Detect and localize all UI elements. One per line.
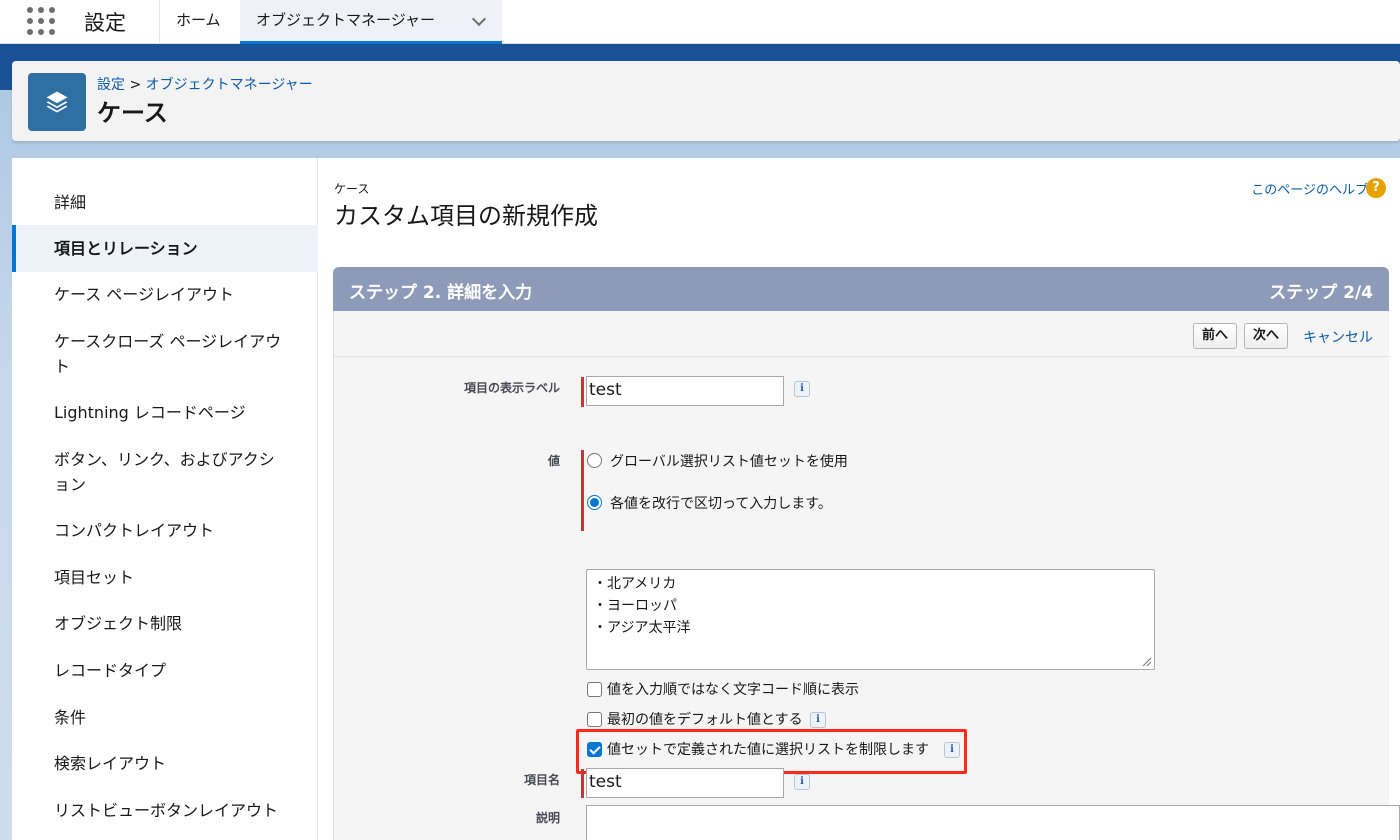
field-name-input[interactable]: test: [586, 768, 784, 798]
object-title: ケース: [97, 99, 168, 127]
field-label-description: 説明: [535, 811, 560, 825]
value-line: ・ヨーロッパ: [593, 598, 677, 614]
help-icon[interactable]: ?: [1366, 178, 1386, 198]
chevron-down-icon[interactable]: [471, 11, 487, 27]
radio-global-value-set[interactable]: [587, 453, 602, 468]
sidebar-item-lightning-record-pages[interactable]: Lightning レコードページ: [12, 400, 318, 425]
sidebar-item-close-page-layouts[interactable]: ケースクローズ ページレイアウト: [12, 329, 318, 379]
info-icon[interactable]: i: [810, 712, 826, 728]
field-label-field-name: 項目名: [523, 773, 560, 787]
divider: [334, 356, 1390, 357]
description-textarea[interactable]: [586, 805, 1400, 840]
option-enter-values: 各値を改行で区切って入力します。: [610, 496, 832, 512]
sidebar-item-object-limits[interactable]: オブジェクト制限: [12, 611, 318, 636]
info-icon[interactable]: i: [794, 774, 810, 790]
checkbox-sort-alphabetically[interactable]: [587, 682, 602, 697]
sidebar-item-buttons-links-actions[interactable]: ボタン、リンク、およびアクション: [12, 447, 318, 497]
sort-alphabetically-label: 値を入力順ではなく文字コード順に表示: [607, 682, 859, 698]
page-title: カスタム項目の新規作成: [334, 202, 598, 230]
app-launcher-icon[interactable]: [26, 6, 56, 36]
resize-handle-icon[interactable]: [1142, 657, 1152, 667]
field-label-values: 値: [547, 454, 560, 468]
previous-button[interactable]: 前へ: [1193, 323, 1238, 349]
value-line: ・北アメリカ: [593, 576, 677, 592]
checkbox-first-value-default[interactable]: [587, 712, 602, 727]
required-indicator: [581, 377, 584, 407]
radio-enter-values[interactable]: [587, 495, 602, 510]
object-header: 設定 > オブジェクトマネージャー ケース: [12, 61, 1400, 141]
required-indicator: [581, 769, 584, 798]
nav-tab-label: オブジェクトマネージャー: [256, 11, 435, 29]
page-subtitle: ケース: [334, 182, 370, 196]
info-icon[interactable]: i: [794, 381, 810, 397]
breadcrumb-separator: >: [125, 77, 146, 93]
required-indicator: [581, 450, 584, 531]
field-label-display-label: 項目の表示ラベル: [463, 381, 560, 395]
values-textarea[interactable]: ・北アメリカ ・ヨーロッパ ・アジア太平洋: [586, 569, 1155, 670]
sidebar-item-fields-relationships[interactable]: 項目とリレーション: [12, 225, 318, 272]
sidebar-item-search-layouts[interactable]: 検索レイアウト: [12, 751, 318, 776]
breadcrumb: 設定 > オブジェクトマネージャー: [97, 74, 313, 94]
step-counter: ステップ 2/4: [1269, 283, 1373, 303]
nav-tab-object-manager[interactable]: オブジェクトマネージャー: [240, 0, 502, 44]
help-link[interactable]: このページのヘルプ: [1251, 179, 1368, 198]
breadcrumb-object-manager-link[interactable]: オブジェクトマネージャー: [146, 77, 313, 93]
sidebar-item-page-layouts[interactable]: ケース ページレイアウト: [12, 282, 318, 307]
next-button[interactable]: 次へ: [1244, 323, 1289, 349]
step-title: ステップ 2. 詳細を入力: [349, 283, 533, 303]
field-label-input[interactable]: test: [586, 376, 784, 406]
option-global-value-set: グローバル選択リスト値セットを使用: [610, 454, 848, 470]
sidebar-item-compact-layouts[interactable]: コンパクトレイアウト: [12, 518, 318, 543]
sidebar-item-record-types[interactable]: レコードタイプ: [12, 658, 318, 683]
main-content: ケース カスタム項目の新規作成 このページのヘルプ ? ステップ 2. 詳細を入…: [318, 158, 1400, 840]
sidebar-item-list-view-button-layout[interactable]: リストビューボタンレイアウト: [12, 798, 318, 823]
sidebar-item-field-sets[interactable]: 項目セット: [12, 565, 318, 590]
nav-tab-home[interactable]: ホーム: [160, 0, 237, 44]
object-layers-icon: [28, 73, 86, 131]
global-nav: 設定 ホーム オブジェクトマネージャー: [0, 0, 1400, 44]
step-header: ステップ 2. 詳細を入力 ステップ 2/4: [333, 267, 1389, 311]
object-sidebar: 詳細 項目とリレーション ケース ページレイアウト ケースクローズ ページレイア…: [12, 158, 318, 840]
sidebar-item-conditions[interactable]: 条件: [12, 705, 318, 730]
cancel-link[interactable]: キャンセル: [1303, 327, 1373, 347]
app-name: 設定: [84, 11, 126, 35]
sidebar-item-details[interactable]: 詳細: [12, 190, 318, 215]
first-value-default-label: 最初の値をデフォルト値とする: [607, 712, 803, 728]
value-line: ・アジア太平洋: [593, 620, 691, 636]
breadcrumb-setup-link[interactable]: 設定: [97, 77, 125, 93]
